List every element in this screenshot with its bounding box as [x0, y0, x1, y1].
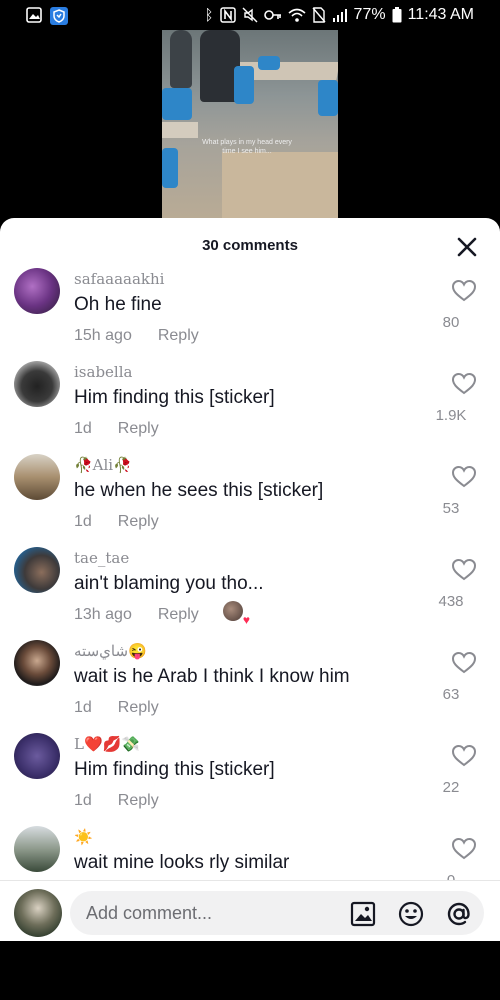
comment-text: Him finding this [sticker] — [74, 387, 275, 408]
comment-text: wait is he Arab I think I know him — [74, 666, 350, 687]
reply-button[interactable]: Reply — [118, 792, 159, 810]
comment-text: Oh he fine — [74, 294, 162, 315]
comment-time: 1d — [74, 792, 92, 809]
signal-icon — [332, 9, 347, 22]
avatar[interactable] — [14, 547, 60, 593]
close-icon[interactable] — [456, 236, 478, 258]
comment-time: 1d — [74, 699, 92, 716]
comment-text: he when he sees this [sticker] — [74, 480, 324, 501]
comment-item: شاي‌سته😜 wait is he Arab I think I know … — [0, 640, 500, 733]
comments-count-title: 30 comments — [202, 237, 298, 254]
video-preview[interactable]: What plays in my head every time I see h… — [162, 30, 338, 218]
comment-time: 1d — [74, 513, 92, 530]
like-count: 53 — [442, 500, 460, 517]
like-count: 63 — [442, 686, 460, 703]
comment-item: isabella Him finding this [sticker] 1d R… — [0, 361, 500, 454]
status-bar: ᛒ 77% 11:43 AM — [0, 0, 500, 30]
comment-time: 1d — [74, 420, 92, 437]
comment-username[interactable]: L❤️💋💸 — [74, 735, 140, 753]
heart-icon[interactable] — [452, 652, 476, 674]
add-comment-input[interactable]: Add comment... — [70, 891, 484, 935]
avatar[interactable] — [14, 826, 60, 872]
comment-text: wait mine looks rly similar — [74, 852, 290, 873]
liked-by-creator-badge: ♥ — [223, 601, 250, 627]
like-count: 1.9K — [435, 407, 467, 424]
reply-button[interactable]: Reply — [118, 513, 159, 531]
add-comment-placeholder: Add comment... — [86, 903, 213, 923]
heart-icon[interactable] — [452, 466, 476, 488]
comment-username[interactable]: safaaaaakhi — [74, 270, 164, 288]
my-avatar[interactable] — [14, 889, 62, 937]
reply-button[interactable]: Reply — [158, 606, 199, 624]
comment-username[interactable]: 🥀Ali🥀 — [74, 456, 132, 474]
bluetooth-icon: ᛒ — [204, 6, 214, 24]
avatar[interactable] — [14, 454, 60, 500]
battery-percent: 77% — [353, 6, 386, 23]
comment-username[interactable]: isabella — [74, 363, 132, 381]
clock: 11:43 AM — [407, 6, 474, 23]
heart-icon[interactable] — [452, 745, 476, 767]
data-saver-icon — [312, 7, 326, 23]
reply-button[interactable]: Reply — [118, 420, 159, 438]
avatar[interactable] — [14, 361, 60, 407]
comment-composer-bar: Add comment... — [0, 880, 500, 941]
heart-icon[interactable] — [452, 280, 476, 302]
comment-username[interactable]: ☀️ — [74, 828, 93, 846]
heart-icon[interactable] — [452, 838, 476, 860]
reply-button[interactable]: Reply — [158, 327, 199, 345]
avatar[interactable] — [14, 640, 60, 686]
mute-icon — [242, 7, 258, 23]
mention-icon[interactable] — [446, 901, 472, 927]
comment-text: Him finding this [sticker] — [74, 759, 275, 780]
comment-text: ain't blaming you tho... — [74, 573, 264, 594]
gallery-notification-icon — [26, 7, 42, 23]
key-icon — [263, 10, 281, 20]
comment-username[interactable]: tae_tae — [74, 549, 129, 567]
heart-icon[interactable] — [452, 373, 476, 395]
comment-item: safaaaaakhi Oh he fine 15h ago Reply 80 — [0, 268, 500, 361]
comment-username[interactable]: شاي‌سته😜 — [74, 642, 147, 660]
like-count: 438 — [438, 593, 464, 610]
small-heart-icon: ♥ — [242, 613, 250, 627]
shield-app-icon — [50, 7, 68, 25]
creator-avatar — [223, 601, 243, 621]
emoji-icon[interactable] — [398, 901, 424, 927]
comment-item: 🥀Ali🥀 he when he sees this [sticker] 1d … — [0, 454, 500, 547]
video-caption: What plays in my head every time I see h… — [202, 139, 292, 155]
nfc-icon — [219, 7, 236, 23]
image-icon[interactable] — [350, 901, 376, 927]
reply-button[interactable]: Reply — [118, 699, 159, 717]
comments-sheet: 30 comments safaaaaakhi Oh he fine 15h a… — [0, 218, 500, 940]
comment-time: 15h ago — [74, 327, 132, 344]
like-count: 80 — [442, 314, 460, 331]
heart-icon[interactable] — [452, 559, 476, 581]
comment-item: tae_tae ain't blaming you tho... 13h ago… — [0, 547, 500, 640]
avatar[interactable] — [14, 733, 60, 779]
battery-icon — [392, 7, 402, 23]
avatar[interactable] — [14, 268, 60, 314]
wifi-icon — [288, 8, 306, 22]
like-count: 22 — [442, 779, 460, 796]
comment-item: L❤️💋💸 Him finding this [sticker] 1d Repl… — [0, 733, 500, 826]
comment-time: 13h ago — [74, 606, 132, 623]
